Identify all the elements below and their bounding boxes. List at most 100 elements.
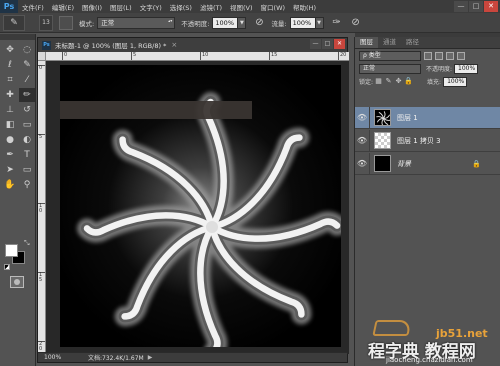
document-minimize-button[interactable]: — bbox=[310, 39, 321, 49]
layer-filter-row: ρ 类型 bbox=[355, 49, 500, 62]
airbrush-icon[interactable]: ✑ bbox=[331, 17, 343, 29]
brush-tool-icon[interactable]: ✏ bbox=[19, 88, 35, 102]
menu-edit[interactable]: 编辑(E) bbox=[48, 2, 78, 12]
ruler-h-label: 10 bbox=[200, 52, 208, 60]
menu-window[interactable]: 窗口(W) bbox=[257, 2, 290, 12]
blur-tool-icon[interactable]: ● bbox=[2, 133, 18, 147]
lock-label: 锁定: bbox=[359, 79, 374, 86]
layer-opacity-label: 不透明度: bbox=[426, 66, 453, 73]
swap-colors-icon[interactable]: ⤡ bbox=[24, 239, 30, 248]
document-maximize-button[interactable]: □ bbox=[322, 39, 333, 49]
layer-row[interactable]: 👁 图层 1 拷贝 3 bbox=[355, 129, 500, 152]
clone-stamp-tool-icon[interactable]: ⊥ bbox=[2, 103, 18, 117]
brush-panel-toggle-icon[interactable] bbox=[59, 15, 73, 30]
layer-name[interactable]: 图层 1 bbox=[397, 113, 418, 123]
fill-input[interactable]: 100% bbox=[443, 76, 468, 87]
marquee-tool-icon[interactable]: ◌ bbox=[19, 43, 35, 57]
menu-file[interactable]: 文件(F) bbox=[18, 2, 48, 12]
flow-input[interactable]: 100% bbox=[289, 16, 316, 29]
eraser-tool-icon[interactable]: ◧ bbox=[2, 118, 18, 132]
lock-position-icon[interactable]: ✥ bbox=[394, 77, 403, 86]
default-colors-icon[interactable] bbox=[4, 264, 10, 270]
blend-mode-select[interactable]: 正常 bbox=[359, 63, 421, 74]
swirl-thumbnail-icon bbox=[376, 111, 390, 125]
swirl-star-artwork bbox=[60, 65, 341, 347]
visibility-eye-icon[interactable]: 👁 bbox=[355, 136, 369, 145]
filter-pixel-icon[interactable] bbox=[424, 51, 432, 60]
zoom-tool-icon[interactable]: ⚲ bbox=[19, 178, 35, 192]
blend-row: 正常 不透明度: 100% bbox=[355, 62, 500, 75]
opacity-input[interactable]: 100% bbox=[212, 16, 239, 29]
menu-view[interactable]: 视图(V) bbox=[226, 2, 257, 12]
tab-channels[interactable]: 通道 bbox=[378, 37, 401, 48]
layer-name[interactable]: 背景 bbox=[397, 159, 411, 169]
mode-select[interactable]: 正常 bbox=[97, 16, 176, 29]
gradient-tool-icon[interactable]: ▭ bbox=[19, 118, 35, 132]
foreground-color-swatch[interactable] bbox=[5, 244, 18, 257]
ruler-v-label: 1 0 bbox=[38, 203, 45, 214]
crop-tool-icon[interactable]: ⌗ bbox=[2, 73, 18, 87]
pressure-opacity-icon[interactable]: ⊘ bbox=[253, 17, 265, 29]
vertical-ruler[interactable]: 0 5 1 0 1 5 2 0 bbox=[38, 61, 46, 354]
document-close-button[interactable]: ✕ bbox=[334, 39, 345, 49]
document-tab-close-icon[interactable]: × bbox=[171, 41, 177, 49]
history-brush-tool-icon[interactable]: ↺ bbox=[19, 103, 35, 117]
ruler-v-label: 2 0 bbox=[38, 341, 45, 352]
quick-mask-icon[interactable] bbox=[10, 276, 24, 288]
healing-brush-tool-icon[interactable]: ✚ bbox=[2, 88, 18, 102]
document-tab[interactable]: Ps 未标题-1 @ 100% (图层 1, RGB/8) * × — □ ✕ bbox=[38, 38, 347, 52]
lasso-tool-icon[interactable]: ℓ bbox=[2, 58, 18, 72]
menu-image[interactable]: 图像(I) bbox=[78, 2, 106, 12]
eyedropper-tool-icon[interactable]: ⁄ bbox=[19, 73, 35, 87]
move-tool-icon[interactable]: ✥ bbox=[2, 43, 18, 57]
hand-tool-icon[interactable]: ✋ bbox=[2, 178, 18, 192]
artboard[interactable] bbox=[60, 65, 341, 347]
layer-name[interactable]: 图层 1 拷贝 3 bbox=[397, 136, 441, 146]
layer-thumbnail bbox=[374, 132, 391, 149]
close-button[interactable]: ✕ bbox=[484, 1, 498, 12]
tab-paths[interactable]: 路径 bbox=[401, 37, 424, 48]
pen-tool-icon[interactable]: ✒ bbox=[2, 148, 18, 162]
ruler-h-label: 20 bbox=[338, 52, 346, 60]
panel-header-strip bbox=[355, 33, 500, 37]
path-select-tool-icon[interactable]: ➤ bbox=[2, 163, 18, 177]
lock-transparent-icon[interactable]: ▦ bbox=[374, 77, 383, 86]
filter-adjust-icon[interactable] bbox=[435, 51, 443, 60]
filter-type-icon[interactable] bbox=[446, 51, 454, 60]
dodge-tool-icon[interactable]: ◐ bbox=[19, 133, 35, 147]
toolbox: ✥ ◌ ℓ ✎ ⌗ ⁄ ✚ ✏ ⊥ ↺ ◧ ▭ ● ◐ ✒ T ➤ ▭ ✋ ⚲ … bbox=[0, 34, 36, 366]
brush-tool-preset-icon[interactable]: ✎ bbox=[3, 14, 25, 31]
pressure-size-icon[interactable]: ⊘ bbox=[350, 17, 362, 29]
layer-row[interactable]: 👁 图层 1 bbox=[355, 106, 500, 129]
brush-size-picker[interactable]: 13 bbox=[39, 14, 53, 31]
canvas-area[interactable] bbox=[46, 61, 349, 354]
layer-thumbnail bbox=[374, 155, 391, 172]
ruler-origin[interactable] bbox=[38, 52, 46, 61]
lock-pixels-icon[interactable]: ✎ bbox=[384, 77, 393, 86]
flow-dropdown-icon[interactable]: ▼ bbox=[315, 16, 324, 29]
visibility-eye-icon[interactable]: 👁 bbox=[355, 159, 369, 168]
lock-all-icon[interactable]: 🔒 bbox=[404, 77, 413, 86]
type-tool-icon[interactable]: T bbox=[19, 148, 35, 162]
shape-tool-icon[interactable]: ▭ bbox=[19, 163, 35, 177]
minimize-button[interactable]: — bbox=[454, 1, 468, 12]
layer-row[interactable]: 👁 背景 🔒 bbox=[355, 152, 500, 175]
opacity-dropdown-icon[interactable]: ▼ bbox=[238, 16, 247, 29]
menu-help[interactable]: 帮助(H) bbox=[289, 2, 320, 12]
quick-select-tool-icon[interactable]: ✎ bbox=[19, 58, 35, 72]
menu-type[interactable]: 文字(Y) bbox=[136, 2, 166, 12]
visibility-eye-icon[interactable]: 👁 bbox=[355, 113, 369, 122]
layer-opacity-input[interactable]: 100% bbox=[454, 63, 479, 74]
menu-filter[interactable]: 滤镜(T) bbox=[196, 2, 226, 12]
tab-layers[interactable]: 图层 bbox=[355, 37, 378, 48]
filter-shape-icon[interactable] bbox=[457, 51, 465, 60]
menu-select[interactable]: 选择(S) bbox=[166, 2, 196, 12]
options-bar: ✎ 13 模式: 正常 不透明度: 100% ▼ ⊘ 流量: 100% ▼ ✑ … bbox=[0, 13, 500, 33]
document-controls: — □ ✕ bbox=[310, 39, 345, 49]
maximize-button[interactable]: □ bbox=[469, 1, 483, 12]
horizontal-ruler[interactable]: 0 5 10 15 20 bbox=[46, 52, 349, 61]
menu-layer[interactable]: 图层(L) bbox=[106, 2, 136, 12]
zoom-level[interactable]: 100% bbox=[44, 354, 62, 361]
layer-filter-select[interactable]: ρ 类型 bbox=[359, 50, 421, 61]
status-menu-arrow-icon[interactable]: ▶ bbox=[148, 354, 153, 361]
